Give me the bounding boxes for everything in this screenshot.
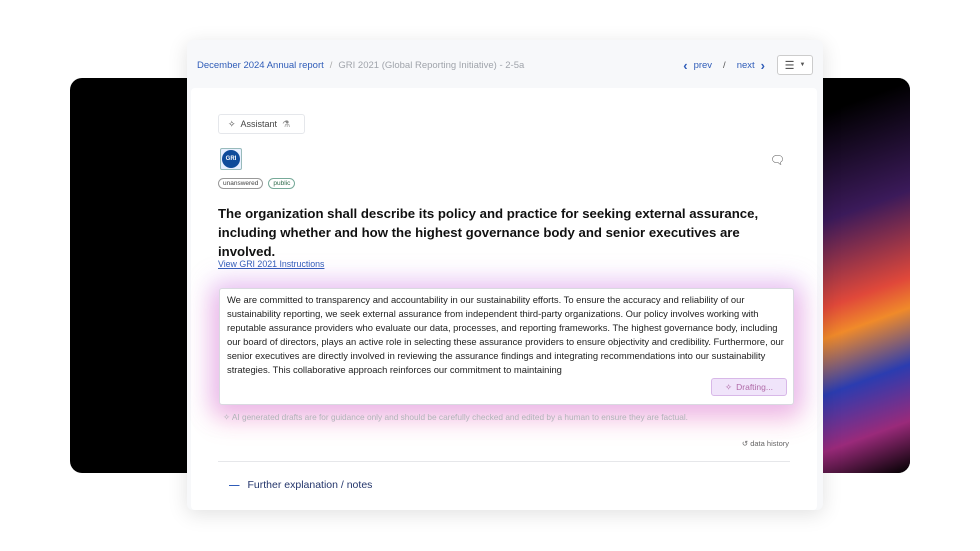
- content: ✧ Assistant ⚗ GRI 🗨 unanswered public The …: [191, 88, 817, 510]
- answer-text: We are committed to transparency and acc…: [227, 294, 784, 375]
- breadcrumb-separator: /: [329, 59, 333, 71]
- visibility-badge: public: [268, 178, 296, 189]
- pager-separator: /: [723, 59, 726, 71]
- pager: ‹ prev / next › ☰ ▼: [683, 55, 813, 75]
- answer-textarea[interactable]: We are committed to transparency and acc…: [219, 288, 794, 405]
- status-badge: unanswered: [218, 178, 264, 189]
- gri-logo: GRI: [220, 148, 242, 170]
- data-history-label: data history: [750, 439, 789, 448]
- breadcrumb-section: GRI 2021 (Global Reporting Initiative) -…: [338, 59, 525, 71]
- drafting-button[interactable]: ✧ Drafting...: [711, 378, 787, 396]
- chevron-right-icon[interactable]: ›: [761, 58, 765, 73]
- gri-logo-text: GRI: [222, 150, 240, 168]
- assistant-button[interactable]: ✧ Assistant ⚗: [218, 114, 305, 134]
- menu-button[interactable]: ☰ ▼: [777, 55, 813, 75]
- next-link[interactable]: next: [737, 60, 755, 71]
- history-icon: ↺: [741, 439, 749, 448]
- ai-disclaimer: ✧ AI generated drafts are for guidance o…: [223, 412, 688, 422]
- sparkle-icon: ✧: [223, 412, 230, 422]
- further-explanation-toggle[interactable]: — Further explanation / notes: [229, 479, 372, 491]
- disclaimer-text: AI generated drafts are for guidance onl…: [231, 412, 688, 422]
- caret-down-icon: ▼: [799, 62, 806, 68]
- sparkle-icon: ✧: [725, 382, 733, 392]
- breadcrumb-report[interactable]: December 2024 Annual report: [197, 60, 324, 71]
- data-history-link[interactable]: ↺ data history: [742, 439, 789, 448]
- instructions-link[interactable]: View GRI 2021 Instructions: [218, 259, 324, 269]
- flask-icon: ⚗: [282, 118, 291, 129]
- chevron-left-icon[interactable]: ‹: [683, 58, 687, 73]
- divider: [218, 461, 790, 462]
- report-card: December 2024 Annual report / GRI 2021 (…: [187, 40, 823, 510]
- header: December 2024 Annual report / GRI 2021 (…: [187, 40, 823, 90]
- further-explanation-label: Further explanation / notes: [247, 479, 373, 491]
- hamburger-icon: ☰: [784, 59, 795, 72]
- collapse-icon: —: [229, 479, 240, 491]
- drafting-label: Drafting...: [736, 382, 773, 392]
- tags: unanswered public: [218, 178, 296, 189]
- prev-link[interactable]: prev: [694, 60, 712, 71]
- sparkle-icon: ✧: [228, 118, 236, 129]
- comment-icon[interactable]: 🗨: [770, 153, 785, 167]
- assistant-label: Assistant: [240, 119, 278, 129]
- question-title: The organization shall describe its poli…: [218, 206, 759, 259]
